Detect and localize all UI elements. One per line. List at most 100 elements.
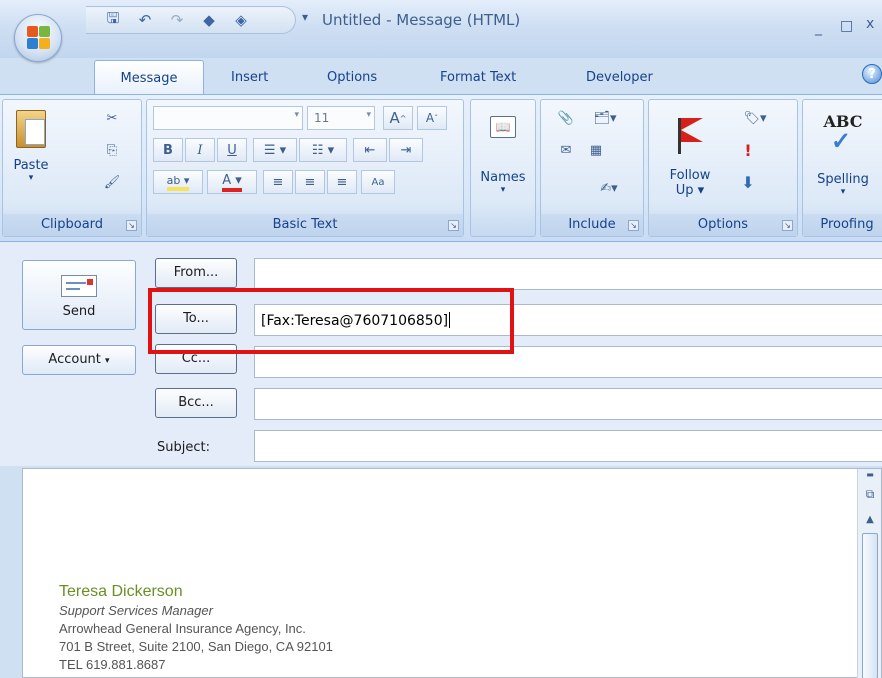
signature-block: Teresa Dickerson Support Services Manage… <box>59 583 333 672</box>
spelling-icon: ABC ✓ <box>823 112 863 155</box>
high-importance-icon[interactable]: ! <box>737 140 759 160</box>
paste-button[interactable]: Paste ▾ <box>9 106 53 198</box>
names-label: Names <box>480 170 526 185</box>
send-button[interactable]: Send <box>22 260 136 330</box>
options-launcher-icon[interactable]: ↘ <box>782 220 793 231</box>
increase-indent-button[interactable]: ⇥ <box>389 138 423 162</box>
signature-title: Support Services Manager <box>59 603 213 618</box>
underline-button[interactable]: U <box>217 138 247 162</box>
minimize-button[interactable]: _ <box>815 20 822 36</box>
decrease-indent-icon: ⇤ <box>364 142 376 158</box>
tab-options[interactable]: Options <box>327 70 377 85</box>
to-recipient: [Fax:Teresa@7607106850] <box>261 313 449 329</box>
tab-developer[interactable]: Developer <box>586 70 653 85</box>
clipboard-group: Paste ▾ ✂ ⎘ 🖌 Clipboard ↘ <box>2 99 142 237</box>
from-button[interactable]: From... <box>155 258 237 288</box>
bullets-button[interactable]: ☰ ▾ <box>253 138 297 162</box>
names-button[interactable]: 📖 Names ▾ <box>475 106 531 222</box>
low-importance-icon[interactable]: ⬇ <box>737 172 759 192</box>
font-color-icon: A ▾ <box>222 173 242 192</box>
calendar-icon[interactable]: ▦ <box>585 140 607 160</box>
shrink-font-button[interactable]: Aˇ <box>417 106 447 130</box>
format-painter-icon[interactable]: 🖌 <box>101 172 123 192</box>
align-left-icon: ≡ <box>272 174 284 190</box>
tab-message[interactable]: Message <box>94 60 204 96</box>
undo-icon[interactable]: ↶ <box>136 11 154 29</box>
signature-icon[interactable]: ✍▾ <box>591 178 627 198</box>
redo-icon[interactable]: ↷ <box>168 11 186 29</box>
font-name-combo[interactable]: ▾ <box>153 106 303 130</box>
italic-button[interactable]: I <box>185 138 215 162</box>
cc-button[interactable]: Cc... <box>155 344 237 374</box>
ribbon: Paste ▾ ✂ ⎘ 🖌 Clipboard ↘ ▾ 11 ▾ A ^ Aˇ B … <box>0 94 882 242</box>
to-button[interactable]: To... <box>155 304 237 334</box>
basic-text-launcher-icon[interactable]: ↘ <box>448 220 459 231</box>
clipboard-group-label: Clipboard <box>3 214 141 236</box>
basic-text-group-label: Basic Text <box>147 214 463 236</box>
scroll-up-icon[interactable]: ▲ <box>861 511 879 529</box>
cc-field[interactable] <box>254 346 882 378</box>
bold-button[interactable]: B <box>153 138 183 162</box>
align-right-button[interactable]: ≡ <box>327 170 357 194</box>
attach-file-icon[interactable]: 📎 <box>555 108 577 128</box>
decrease-indent-button[interactable]: ⇤ <box>353 138 387 162</box>
names-dropdown-icon: ▾ <box>500 185 506 195</box>
options-group-label: Options <box>649 214 797 236</box>
follow-up-label: Follow <box>669 168 711 183</box>
names-group: 📖 Names ▾ <box>470 99 536 237</box>
next-item-icon[interactable]: ◈ <box>232 11 250 29</box>
follow-up-flag-icon <box>670 114 710 154</box>
view-toggle-icon[interactable]: ⧉ <box>861 485 879 503</box>
tab-insert[interactable]: Insert <box>231 70 268 85</box>
align-left-button[interactable]: ≡ <box>263 170 293 194</box>
office-button[interactable] <box>14 14 62 62</box>
bcc-button[interactable]: Bcc... <box>155 388 237 418</box>
include-launcher-icon[interactable]: ↘ <box>628 220 639 231</box>
send-label: Send <box>62 304 96 319</box>
scrollbar-thumb[interactable] <box>862 533 878 678</box>
address-book-icon: 📖 <box>490 116 516 138</box>
help-button[interactable]: ? <box>862 64 882 84</box>
align-right-icon: ≡ <box>336 174 348 190</box>
spelling-button[interactable]: ABC ✓ Spelling ▾ <box>805 106 881 218</box>
bcc-field[interactable] <box>254 388 882 420</box>
proofing-label: Proofing <box>820 217 874 232</box>
previous-item-icon[interactable]: ◆ <box>200 11 218 29</box>
highlight-icon: ab ▾ <box>166 174 190 191</box>
qat-customize-icon[interactable]: ▾ <box>302 10 308 24</box>
categorize-icon[interactable]: 🏷▾ <box>735 108 775 128</box>
copy-icon[interactable]: ⎘ <box>101 140 123 160</box>
align-center-button[interactable]: ≡ <box>295 170 325 194</box>
vertical-scrollbar[interactable]: ▬ ⧉ ▲ <box>857 469 881 678</box>
paste-label: Paste <box>13 158 49 173</box>
save-icon[interactable]: 🖫 <box>104 9 122 29</box>
font-color-button[interactable]: A ▾ <box>207 170 257 194</box>
include-label: Include <box>568 217 616 232</box>
clear-formatting-button[interactable]: Aa <box>361 170 395 194</box>
from-field[interactable] <box>254 258 882 290</box>
highlight-button[interactable]: ab ▾ <box>153 170 203 194</box>
cut-icon[interactable]: ✂ <box>101 108 123 128</box>
align-center-icon: ≡ <box>304 174 316 190</box>
account-button[interactable]: Account ▾ <box>22 345 136 375</box>
account-dropdown-icon: ▾ <box>105 356 110 366</box>
tab-format-text[interactable]: Format Text <box>440 70 516 85</box>
ribbon-tabs: Message Insert Options Format Text Devel… <box>0 58 882 96</box>
quick-access-toolbar: 🖫 ↶ ↷ ◆ ◈ <box>86 6 296 34</box>
attach-item-icon[interactable]: ✉ <box>555 140 577 160</box>
maximize-button[interactable]: □ <box>840 18 853 34</box>
to-field[interactable]: [Fax:Teresa@7607106850] <box>254 304 882 336</box>
close-button[interactable]: x <box>866 16 874 32</box>
basic-text-label: Basic Text <box>272 217 338 232</box>
subject-field[interactable] <box>254 430 882 462</box>
font-size-value: 11 <box>314 111 330 125</box>
signature-name: Teresa Dickerson <box>59 583 183 600</box>
grow-font-button[interactable]: A ^ <box>383 106 413 130</box>
font-size-combo[interactable]: 11 ▾ <box>307 106 375 130</box>
numbering-button[interactable]: ☷ ▾ <box>299 138 347 162</box>
message-body[interactable]: Teresa Dickerson Support Services Manage… <box>22 468 882 678</box>
clipboard-launcher-icon[interactable]: ↘ <box>126 220 137 231</box>
business-card-icon[interactable]: 🗂▾ <box>585 108 625 128</box>
follow-up-button[interactable]: Follow Up ▾ <box>655 106 725 218</box>
spelling-dropdown-icon: ▾ <box>840 187 846 197</box>
